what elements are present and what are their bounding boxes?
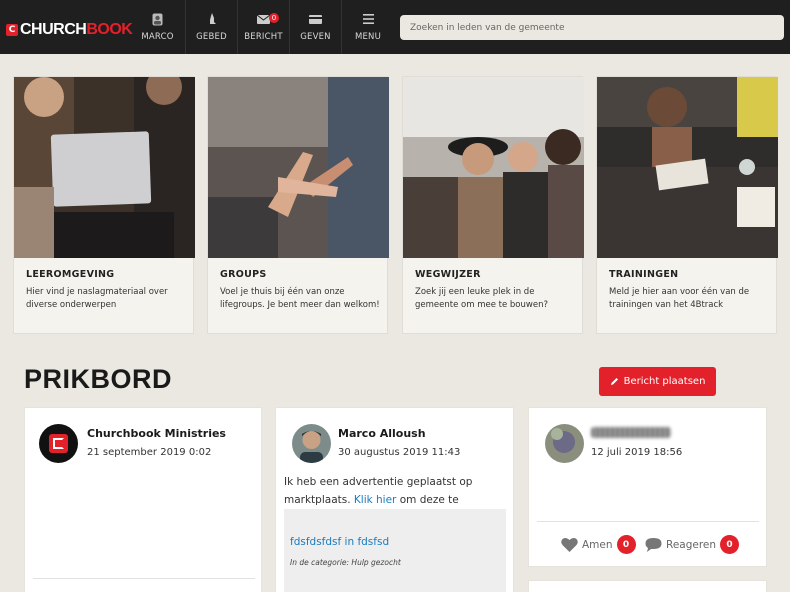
profile-photo (292, 424, 331, 463)
card-title: WEGWIJZER (415, 269, 481, 280)
nav-label: MENU (354, 31, 382, 42)
card-title: GROUPS (220, 269, 267, 280)
post-author[interactable]: Churchbook Ministries (87, 427, 226, 440)
logo-mark-icon: C (6, 24, 18, 36)
churchbook-logo[interactable]: C CHURCHBOOK (6, 20, 133, 40)
comment-icon (645, 538, 662, 552)
marketplace-category: In de categorie: Hulp gezocht (290, 558, 401, 567)
nav-label: GEVEN (300, 31, 331, 42)
profile-photo (545, 424, 584, 463)
post-card: Churchbook Ministries 21 september 2019 … (24, 407, 262, 592)
pencil-icon (610, 378, 618, 385)
praying-hands-icon (207, 13, 217, 26)
card-trainingen[interactable]: TRAININGEN Meld je hier aan voor één van… (596, 76, 778, 334)
amen-label: Amen (582, 538, 613, 551)
react-action[interactable]: Reageren 0 (645, 535, 740, 554)
post-date: 30 augustus 2019 11:43 (338, 447, 461, 458)
post-date: 21 september 2019 0:02 (87, 447, 212, 458)
main-nav: MARCO GEBED 0 BERICHT GEVEN MENU (130, 0, 394, 54)
card-description: Hier vind je naslagmateriaal over divers… (26, 287, 168, 310)
feature-cards: LEEROMGEVING Hier vind je naslagmateriaa… (13, 76, 778, 334)
blurred-author-name (591, 427, 671, 438)
nav-label: BERICHT (244, 31, 283, 42)
card-image-laptop (14, 77, 195, 258)
envelope-icon (257, 13, 270, 26)
card-description: Voel je thuis bij één van onze lifegroup… (220, 287, 380, 310)
post-card (528, 580, 767, 592)
card-wegwijzer[interactable]: WEGWIJZER Zoek jij een leuke plek in de … (402, 76, 584, 334)
card-image-friends (403, 77, 584, 258)
marketplace-embed[interactable]: fdsfdsfdsf in fdsfsd In de categorie: Hu… (284, 509, 506, 592)
amen-count-badge: 0 (616, 535, 636, 554)
member-search-input[interactable] (400, 15, 784, 40)
react-count-badge: 0 (720, 535, 740, 554)
card-groups[interactable]: GROUPS Voel je thuis bij één van onze li… (207, 76, 389, 334)
logo-mark-icon (49, 434, 68, 453)
react-label: Reageren (666, 538, 717, 551)
nav-item-bericht[interactable]: 0 BERICHT (238, 0, 290, 54)
nav-label: GEBED (196, 31, 227, 42)
click-here-link[interactable]: Klik hier (354, 494, 397, 506)
message-count-badge: 0 (269, 13, 279, 23)
card-image-hands (208, 77, 389, 258)
amen-action[interactable]: Amen 0 (561, 535, 636, 554)
post-card: Marco Alloush 30 augustus 2019 11:43 Ik … (275, 407, 514, 592)
credit-card-icon (309, 13, 322, 26)
top-navigation-bar: C CHURCHBOOK MARCO GEBED 0 BERICHT GEVEN… (0, 0, 790, 54)
card-title: TRAININGEN (609, 269, 679, 280)
post-author[interactable]: Marco Alloush (338, 427, 426, 440)
user-avatar[interactable] (545, 424, 584, 463)
churchbook-avatar[interactable] (39, 424, 78, 463)
logo-text-book: BOOK (86, 21, 133, 38)
post-button-label: Bericht plaatsen (623, 376, 706, 387)
card-description: Zoek jij een leuke plek in de gemeente o… (415, 287, 548, 310)
card-leeromgeving[interactable]: LEEROMGEVING Hier vind je naslagmateriaa… (13, 76, 195, 334)
avatar-icon (152, 13, 163, 26)
prikbord-heading: PRIKBORD (24, 364, 173, 394)
post-divider (33, 578, 255, 579)
logo-text-church: CHURCH (20, 21, 87, 38)
post-message-button[interactable]: Bericht plaatsen (599, 367, 716, 396)
card-title: LEEROMGEVING (26, 269, 115, 280)
post-date: 12 juli 2019 18:56 (591, 447, 683, 458)
heart-icon (561, 537, 578, 552)
nav-label: MARCO (141, 31, 174, 42)
nav-item-geven[interactable]: GEVEN (290, 0, 342, 54)
nav-item-gebed[interactable]: GEBED (186, 0, 238, 54)
card-image-study (597, 77, 778, 258)
card-description: Meld je hier aan voor één van de trainin… (609, 287, 750, 310)
nav-item-profile[interactable]: MARCO (130, 0, 186, 54)
post-divider (537, 521, 759, 522)
hamburger-icon (362, 13, 374, 26)
marketplace-item-link[interactable]: fdsfdsfdsf in fdsfsd (290, 536, 389, 548)
marco-avatar[interactable] (292, 424, 331, 463)
post-card: 12 juli 2019 18:56 Amen 0 Reageren 0 (528, 407, 767, 567)
nav-item-menu[interactable]: MENU (342, 0, 394, 54)
